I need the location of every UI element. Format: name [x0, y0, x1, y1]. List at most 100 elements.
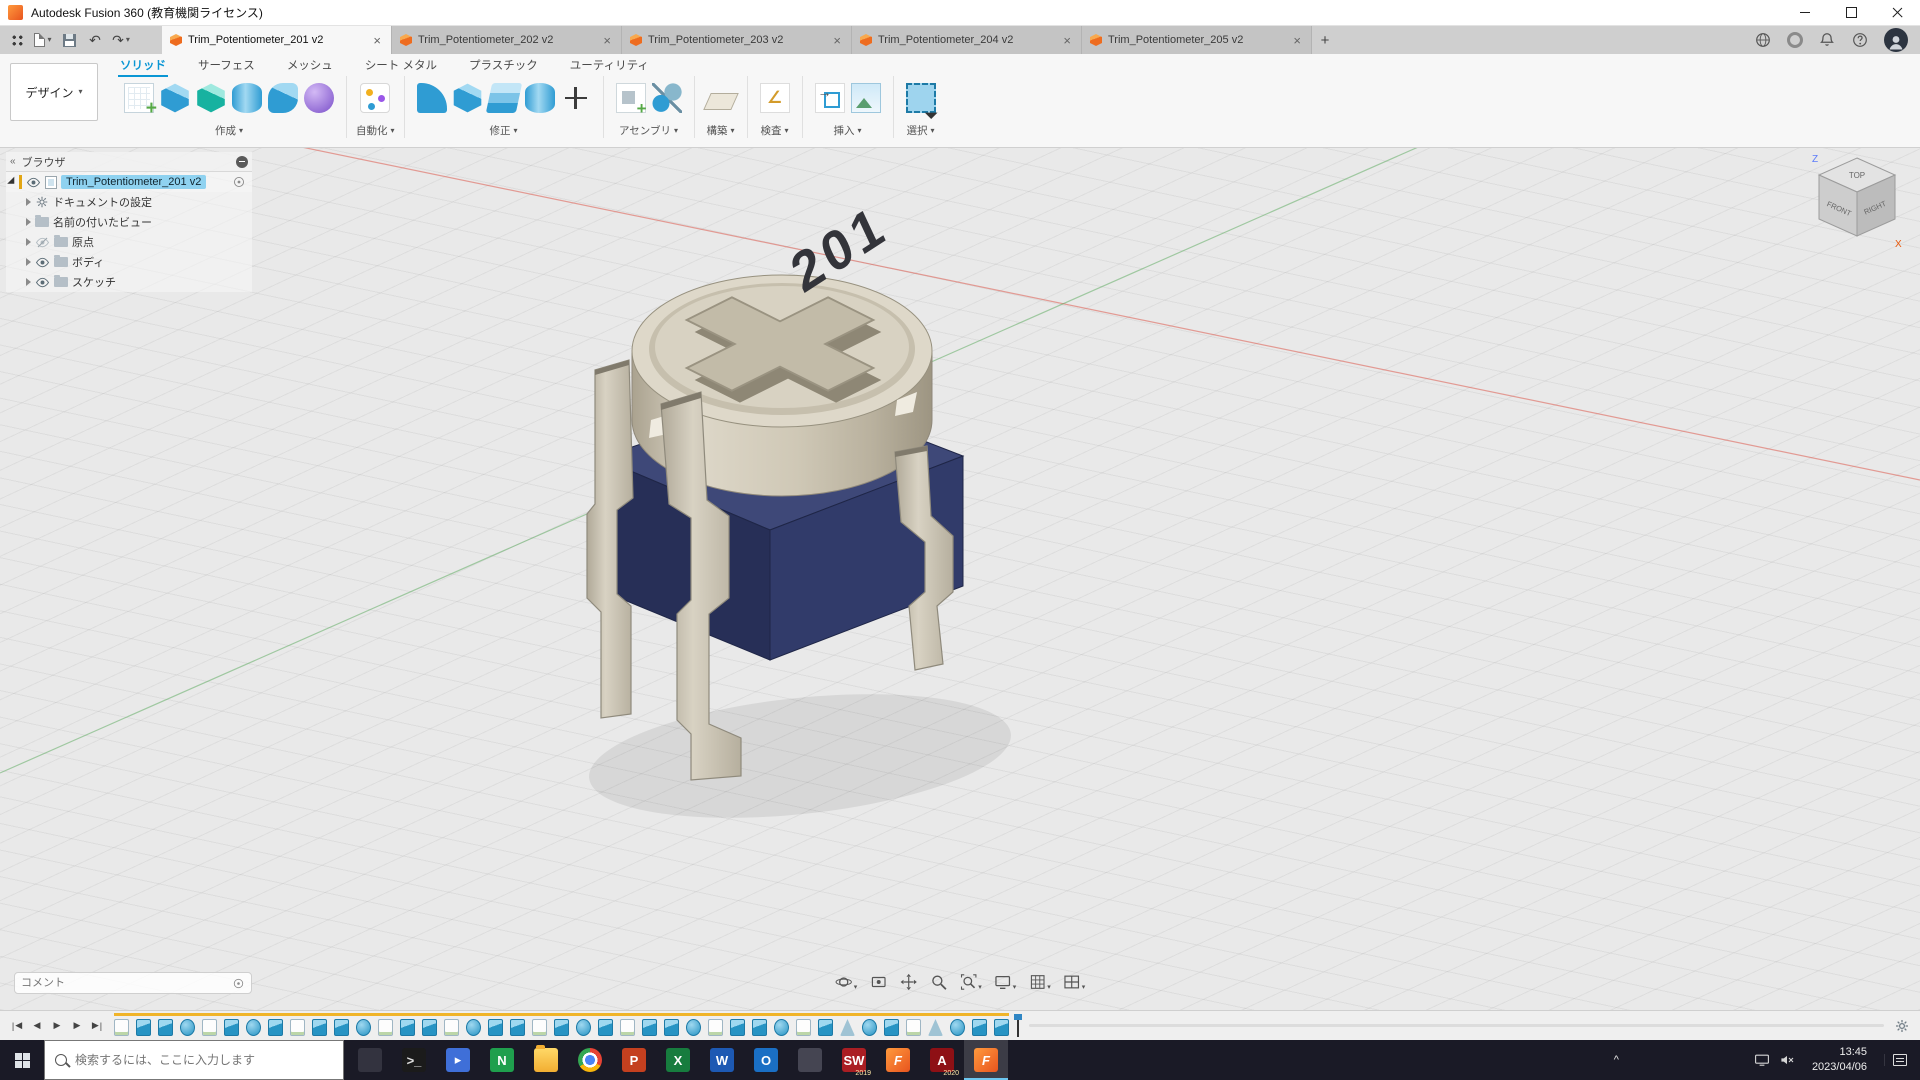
ribbon-tab[interactable]: プラスチック: [467, 54, 540, 76]
action-center-button[interactable]: [1884, 1054, 1914, 1066]
timeline-feature[interactable]: [664, 1019, 679, 1036]
expander-collapsed-icon[interactable]: [26, 258, 31, 266]
taskbar-app-excel[interactable]: X: [656, 1040, 700, 1080]
group-label-automate[interactable]: 自動化▾: [356, 120, 395, 138]
expander-collapsed-icon[interactable]: [26, 238, 31, 246]
ribbon-tab[interactable]: ソリッド: [118, 54, 168, 76]
timeline-feature[interactable]: [994, 1019, 1009, 1036]
help-icon[interactable]: [1851, 31, 1869, 49]
display-tray-icon[interactable]: [1754, 1052, 1770, 1068]
close-tab-icon[interactable]: ×: [831, 33, 843, 48]
taskbar-app-utility[interactable]: [788, 1040, 832, 1080]
fit-view-icon[interactable]: ▾: [955, 970, 986, 994]
joint-tool[interactable]: [652, 83, 682, 113]
timeline-feature[interactable]: [136, 1019, 151, 1036]
app-grid-button[interactable]: [4, 28, 30, 52]
group-label-construct[interactable]: 構築▾: [707, 120, 735, 138]
group-label-create[interactable]: 作成▾: [215, 120, 243, 138]
timeline-settings-gear-icon[interactable]: [1894, 1018, 1910, 1034]
taskbar-app-autocad[interactable]: A 2020: [920, 1040, 964, 1080]
timeline-feature[interactable]: [576, 1019, 591, 1036]
tray-icon-amber[interactable]: [1736, 1056, 1745, 1065]
taskbar-app-chrome[interactable]: [568, 1040, 612, 1080]
timeline-feature[interactable]: [202, 1019, 217, 1036]
orbit-icon[interactable]: ▾: [831, 970, 862, 994]
ribbon-tab[interactable]: サーフェス: [196, 54, 257, 76]
cylinder-tool[interactable]: [232, 83, 262, 113]
press-pull-tool[interactable]: [453, 83, 483, 113]
timeline-feature[interactable]: [708, 1019, 723, 1036]
viewport-3d[interactable]: 201 « ブラウザ Trim_Potentiometer_201 v2: [0, 148, 1920, 1010]
shell-tool[interactable]: [485, 83, 521, 113]
expander-expanded-icon[interactable]: [7, 177, 18, 188]
taskbar-app-fusion-360-active[interactable]: F: [964, 1040, 1008, 1080]
close-tab-icon[interactable]: ×: [1291, 33, 1303, 48]
zoom-icon[interactable]: [925, 970, 951, 994]
browser-item-sketches[interactable]: スケッチ: [6, 272, 252, 292]
timeline-rollback-bar[interactable]: [114, 1013, 1009, 1016]
document-tab[interactable]: Trim_Potentiometer_203 v2 ×: [622, 26, 852, 54]
new-document-tab-button[interactable]: +: [1312, 26, 1338, 54]
taskbar-app-file-explorer[interactable]: [524, 1040, 568, 1080]
timeline-feature[interactable]: [532, 1019, 547, 1036]
taskbar-app-terminal[interactable]: >_: [392, 1040, 436, 1080]
timeline-feature[interactable]: [422, 1019, 437, 1036]
tray-icon-green[interactable]: [1646, 1056, 1655, 1065]
timeline-feature[interactable]: [840, 1019, 855, 1036]
activate-component-radio-icon[interactable]: [232, 175, 246, 189]
timeline-feature[interactable]: [290, 1019, 305, 1036]
taskbar-app-fusion-360[interactable]: F: [876, 1040, 920, 1080]
expander-collapsed-icon[interactable]: [26, 278, 31, 286]
redo-button[interactable]: ↷▾: [108, 28, 134, 52]
tray-icon-red[interactable]: [1718, 1056, 1727, 1065]
timeline-feature[interactable]: [158, 1019, 173, 1036]
timeline-position-marker[interactable]: [1017, 1015, 1019, 1037]
document-tab[interactable]: Trim_Potentiometer_202 v2 ×: [392, 26, 622, 54]
timeline-feature[interactable]: [598, 1019, 613, 1036]
group-label-inspect[interactable]: 検査▾: [761, 120, 789, 138]
taskbar-app-media[interactable]: ▸: [436, 1040, 480, 1080]
visibility-eye-icon[interactable]: [26, 175, 41, 190]
close-tab-icon[interactable]: ×: [601, 33, 613, 48]
timeline-feature[interactable]: [862, 1019, 877, 1036]
viewports-icon[interactable]: ▾: [1059, 970, 1090, 994]
revolve-tool[interactable]: [196, 83, 226, 113]
grid-settings-icon[interactable]: ▾: [1024, 970, 1055, 994]
comment-input[interactable]: [21, 977, 226, 989]
move-copy-tool[interactable]: [561, 83, 591, 113]
timeline-feature[interactable]: [642, 1019, 657, 1036]
timeline-feature[interactable]: [730, 1019, 745, 1036]
close-tab-icon[interactable]: ×: [371, 33, 383, 48]
ribbon-tab[interactable]: ユーティリティ: [568, 54, 651, 76]
root-component-label[interactable]: Trim_Potentiometer_201 v2: [61, 175, 206, 189]
taskbar-app-word[interactable]: W: [700, 1040, 744, 1080]
browser-item-origin[interactable]: 原点: [6, 232, 252, 252]
timeline-feature[interactable]: [114, 1019, 129, 1036]
browser-item-named-views[interactable]: 名前の付いたビュー: [6, 212, 252, 232]
select-tool[interactable]: [906, 83, 936, 113]
timeline-feature[interactable]: [752, 1019, 767, 1036]
combine-tool[interactable]: [525, 83, 555, 113]
search-input[interactable]: [75, 1053, 333, 1067]
timeline-feature[interactable]: [224, 1019, 239, 1036]
timeline-feature[interactable]: [884, 1019, 899, 1036]
timeline-feature[interactable]: [620, 1019, 635, 1036]
hidden-icons-chevron[interactable]: ^: [1614, 1054, 1619, 1066]
taskbar-app-powerpoint[interactable]: P: [612, 1040, 656, 1080]
browser-root-component[interactable]: Trim_Potentiometer_201 v2: [6, 172, 252, 192]
maximize-button[interactable]: [1828, 0, 1874, 26]
step-back-button[interactable]: ◀: [28, 1016, 46, 1036]
canvas-tool[interactable]: [851, 83, 881, 113]
tray-icon-purple[interactable]: [1700, 1056, 1709, 1065]
timeline-track[interactable]: [1029, 1024, 1884, 1027]
timeline-feature[interactable]: [246, 1019, 261, 1036]
display-settings-icon[interactable]: ▾: [990, 970, 1021, 994]
visibility-eye-icon[interactable]: [35, 255, 50, 270]
timeline-feature[interactable]: [378, 1019, 393, 1036]
job-status-globe-icon[interactable]: [1754, 31, 1772, 49]
taskbar-app-notepad[interactable]: N: [480, 1040, 524, 1080]
user-avatar[interactable]: [1884, 28, 1908, 52]
browser-item-document-settings[interactable]: ドキュメントの設定: [6, 192, 252, 212]
browser-item-bodies[interactable]: ボディ: [6, 252, 252, 272]
new-component-tool[interactable]: [616, 83, 646, 113]
